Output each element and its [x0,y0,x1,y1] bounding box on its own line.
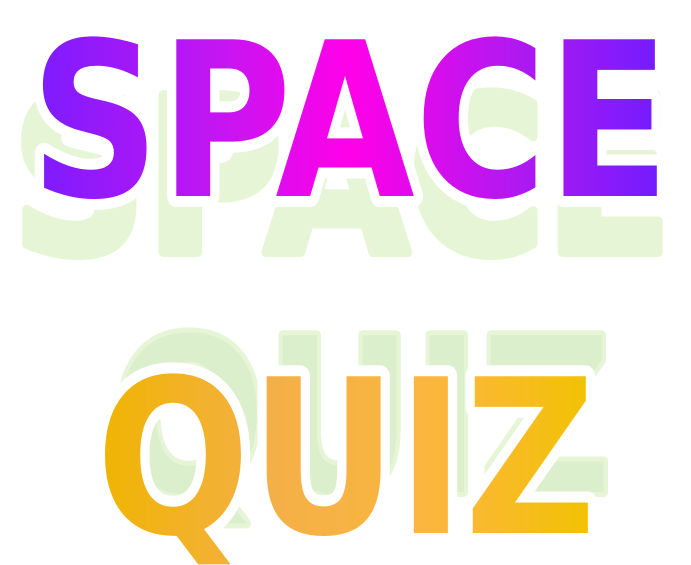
title-art: SPACE SPACE QUIZ QUIZ [7,0,681,565]
title-graphic: SPACE SPACE QUIZ QUIZ [0,0,691,565]
quiz-word: QUIZ [96,333,596,565]
space-word: SPACE [30,0,670,247]
